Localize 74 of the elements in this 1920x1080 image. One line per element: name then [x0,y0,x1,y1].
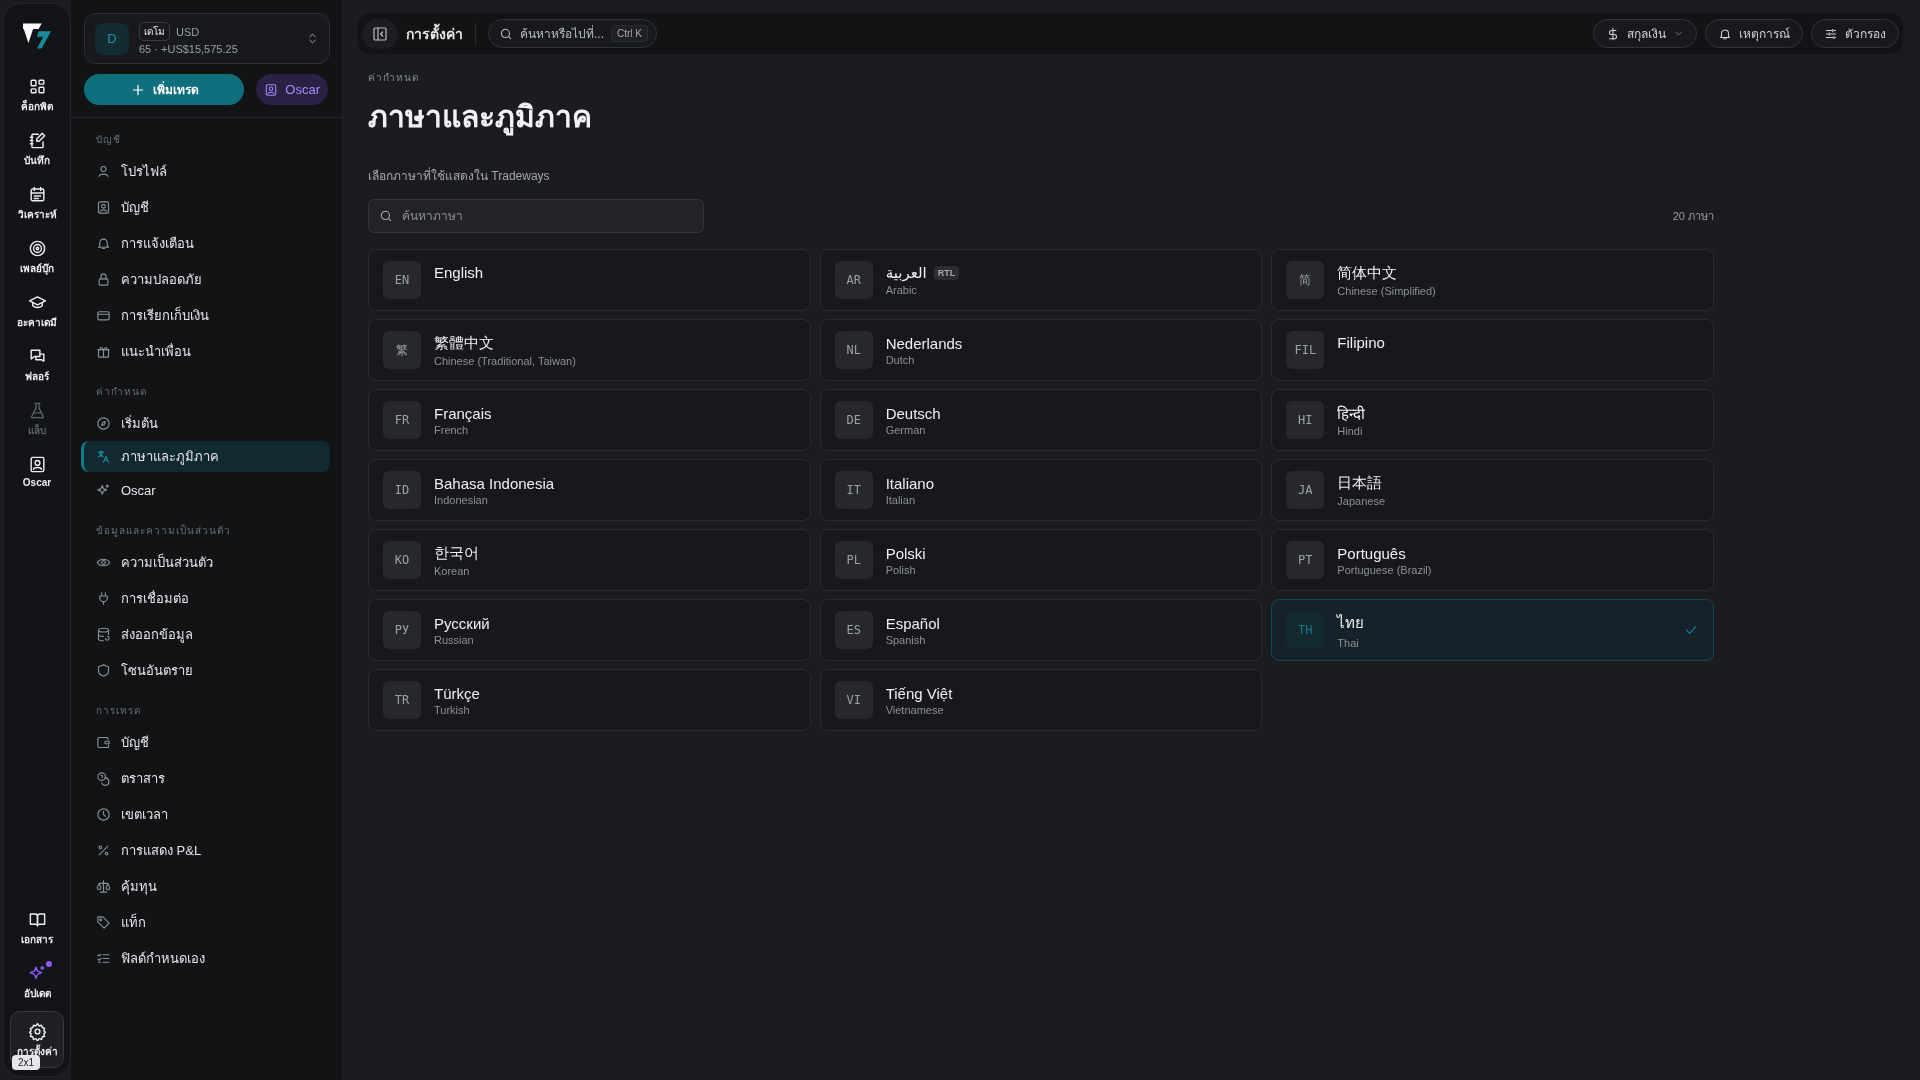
language-name: Polski [885,544,926,562]
shortcut-hint: Ctrl K [611,25,648,42]
section-heading: บัญชี [95,133,122,147]
language-code: FIL [1286,331,1325,369]
language-name: العربية [885,264,927,282]
language-name: Italiano [885,474,935,492]
language-english-name: Chinese (Simplified) [1337,284,1437,297]
language-code: 繁 [383,331,421,369]
scale-tooltip: 2x1 [12,1055,41,1070]
language-name: 한국어 [434,543,479,563]
language-english-name: Portuguese (Brazil) [1337,563,1433,576]
language-name: Français [434,404,492,422]
language-code: KO [383,541,421,579]
language-name: 简体中文 [1337,263,1398,283]
language-code: ES [834,611,873,649]
direction-tag: RTL [933,266,960,280]
language-english-name: French [434,423,470,436]
section-heading: ข้อมูลและความเป็นส่วนตัว [95,523,232,539]
language-name: English [434,264,484,281]
avatar: D [95,22,129,55]
language-code: VI [834,681,873,719]
language-code: PL [834,541,873,579]
language-english-name: Chinese (Traditional, Taiwan) [434,354,577,367]
language-english-name: Indonesian [434,493,489,506]
language-code: HI [1286,401,1325,439]
language-name: 繁體中文 [434,333,494,353]
account-summary: 65 · +US$15,575.25 [139,43,239,55]
language-name: Español [885,614,940,632]
language-count: 20 ภาษา [1672,209,1714,224]
language-name: Português [1337,544,1406,562]
breadcrumb: ค่ากำหนด [368,71,420,85]
page-heading: ภาษาและภูมิภาค [368,93,1714,140]
currency-label: USD [176,25,200,38]
language-name: 日本語 [1337,473,1383,493]
language-code: 简 [1286,261,1325,299]
language-english-name: Spanish [885,633,927,646]
language-name: Bahasa Indonesia [434,474,555,492]
language-english-name: Korean [434,564,471,577]
language-english-name: Russian [434,633,475,646]
language-name: हिन्दी [1337,404,1366,423]
section-heading: ค่ากำหนด [95,385,148,399]
language-name: Русский [434,614,490,632]
language-name: Türkçe [434,684,480,702]
language-name: Tiếng Việt [885,684,953,702]
page-title: การตั้งค่า [406,22,476,45]
language-name: Nederlands [885,334,963,352]
language-code: AR [834,261,873,299]
language-english-name: Thai [1337,637,1360,649]
language-code: PT [1286,541,1325,579]
language-english-name: Polish [885,563,917,576]
language-english-name: Italian [885,493,916,506]
language-english-name: Turkish [434,703,471,716]
language-name: Deutsch [885,404,941,422]
language-code: ID [383,471,421,509]
language-english-name: Japanese [1337,494,1387,507]
language-name: ไทย [1337,613,1365,633]
language-code: JA [1286,471,1325,509]
account-tag: เดโม [139,22,170,41]
language-english-name: German [885,423,927,436]
language-code: FR [383,401,421,439]
language-code: TH [1286,611,1325,649]
language-name: Filipino [1337,334,1385,351]
language-code: TR [383,681,421,719]
language-english-name: Vietnamese [885,703,945,716]
language-english-name: Hindi [1337,425,1364,437]
language-code: DE [834,401,873,439]
language-english-name: Dutch [885,353,916,366]
page-description: เลือกภาษาที่ใช้แสดงใน Tradeways [368,166,551,185]
language-english-name: Arabic [885,284,918,296]
language-code: NL [834,331,873,369]
language-code: EN [383,261,421,299]
section-heading: การเทรด [95,704,142,718]
language-code: РУ [383,611,421,649]
language-code: IT [834,471,873,509]
